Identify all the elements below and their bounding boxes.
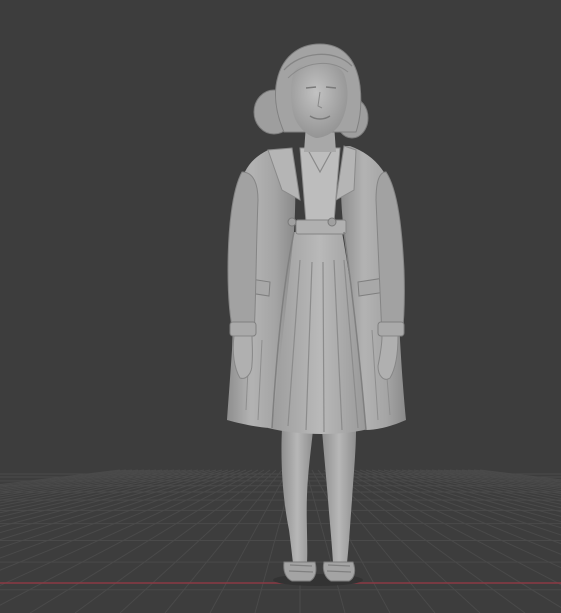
legs bbox=[281, 428, 356, 563]
model-render[interactable] bbox=[0, 0, 561, 613]
head bbox=[253, 43, 369, 139]
3d-viewport[interactable] bbox=[0, 0, 561, 613]
